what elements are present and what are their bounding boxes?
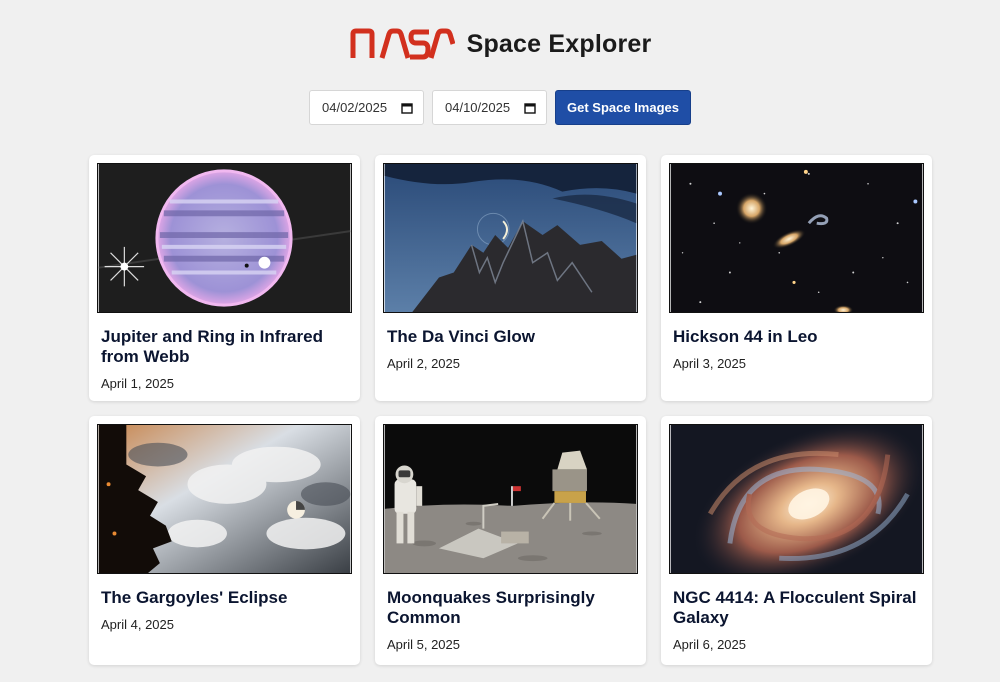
card-title: Hickson 44 in Leo bbox=[673, 327, 818, 346]
card-date: April 5, 2025 bbox=[387, 637, 460, 652]
image-card[interactable]: Jupiter and Ring in Infrared from Webb A… bbox=[89, 155, 360, 401]
jupiter-infrared-image[interactable] bbox=[97, 163, 352, 313]
image-card[interactable]: Hickson 44 in Leo April 3, 2025 bbox=[661, 155, 932, 401]
nasa-logo bbox=[350, 28, 455, 60]
card-date: April 4, 2025 bbox=[101, 617, 174, 632]
image-card[interactable]: Moonquakes Surprisingly Common April 5, … bbox=[375, 416, 646, 665]
date-controls: 04/02/2025 04/10/2025 Get Space Images bbox=[0, 90, 1000, 125]
card-date: April 3, 2025 bbox=[673, 356, 746, 371]
page-header: Space Explorer bbox=[0, 26, 1000, 62]
card-title: The Gargoyles' Eclipse bbox=[101, 588, 288, 607]
start-date-input[interactable]: 04/02/2025 bbox=[309, 90, 424, 125]
end-date-value: 04/10/2025 bbox=[445, 100, 511, 115]
start-date-value: 04/02/2025 bbox=[322, 100, 388, 115]
image-gallery: Jupiter and Ring in Infrared from Webb A… bbox=[89, 155, 932, 665]
image-card[interactable]: The Da Vinci Glow April 2, 2025 bbox=[375, 155, 646, 401]
moonquakes-image[interactable] bbox=[383, 424, 638, 574]
calendar-icon[interactable] bbox=[524, 102, 536, 114]
card-title: Jupiter and Ring in Infrared from Webb bbox=[101, 327, 323, 366]
end-date-input[interactable]: 04/10/2025 bbox=[432, 90, 547, 125]
card-date: April 2, 2025 bbox=[387, 356, 460, 371]
gargoyles-eclipse-image[interactable] bbox=[97, 424, 352, 574]
card-title: Moonquakes Surprisingly Common bbox=[387, 588, 595, 627]
image-card[interactable]: NGC 4414: A Flocculent Spiral Galaxy Apr… bbox=[661, 416, 932, 665]
card-date: April 6, 2025 bbox=[673, 637, 746, 652]
card-title: NGC 4414: A Flocculent Spiral Galaxy bbox=[673, 588, 917, 627]
calendar-icon[interactable] bbox=[401, 102, 413, 114]
card-date: April 1, 2025 bbox=[101, 376, 174, 391]
card-title: The Da Vinci Glow bbox=[387, 327, 535, 346]
hickson-44-image[interactable] bbox=[669, 163, 924, 313]
da-vinci-glow-image[interactable] bbox=[383, 163, 638, 313]
image-card[interactable]: The Gargoyles' Eclipse April 4, 2025 bbox=[89, 416, 360, 665]
get-space-images-button[interactable]: Get Space Images bbox=[555, 90, 691, 125]
ngc-4414-galaxy-image[interactable] bbox=[669, 424, 924, 574]
page-title: Space Explorer bbox=[466, 29, 652, 58]
